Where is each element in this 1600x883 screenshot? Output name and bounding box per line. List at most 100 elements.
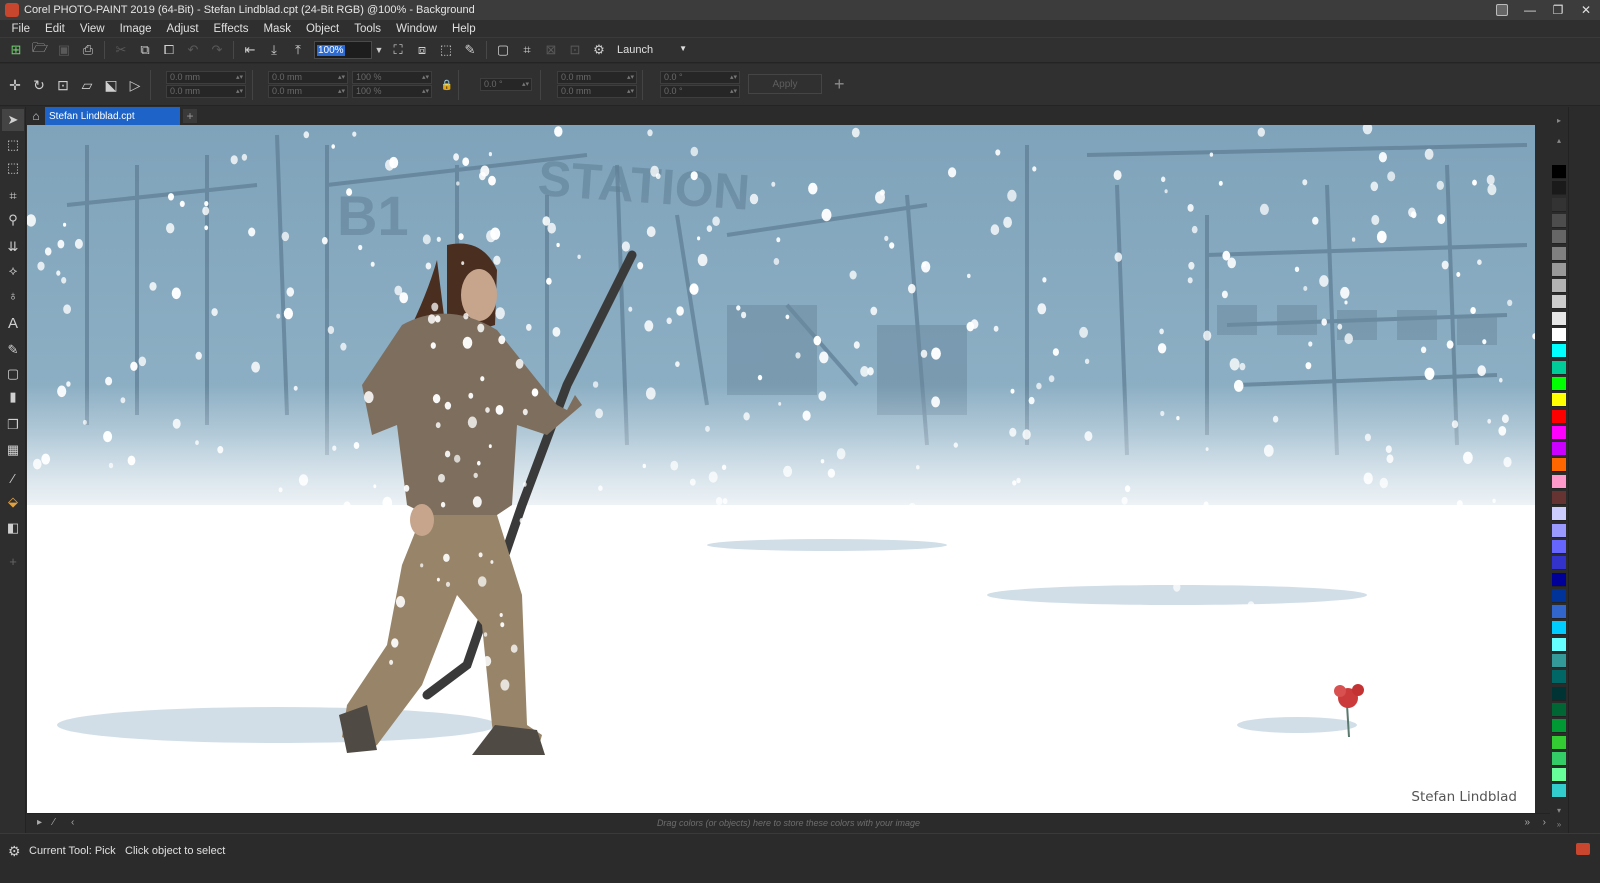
palette-swatch[interactable] bbox=[1552, 768, 1566, 783]
palette-swatch[interactable] bbox=[1552, 507, 1566, 522]
clone-tool-icon[interactable]: ⟡ bbox=[2, 260, 24, 282]
palette-swatch[interactable] bbox=[1552, 165, 1566, 179]
lock-ratio-icon[interactable]: 🔒 bbox=[436, 74, 458, 96]
fill-tool-icon[interactable]: ⬙ bbox=[2, 491, 24, 513]
menu-object[interactable]: Object bbox=[298, 23, 346, 35]
add-tool-icon[interactable]: + bbox=[2, 550, 24, 572]
new-tab-plus-icon[interactable]: + bbox=[183, 109, 197, 123]
canvas[interactable]: B1 STATION Stefan Lindblad bbox=[27, 125, 1535, 813]
copy-icon[interactable]: ⧉ bbox=[134, 39, 156, 61]
tray-scroll-right-icon[interactable]: » bbox=[1524, 817, 1530, 828]
text-tool-icon[interactable]: A bbox=[2, 312, 24, 334]
undo-icon[interactable]: ↶ bbox=[182, 39, 204, 61]
palette-swatch[interactable] bbox=[1552, 686, 1566, 701]
perspective-mode-icon[interactable]: ▷ bbox=[124, 74, 146, 96]
palette-scroll-down-icon[interactable]: ▾ bbox=[1550, 803, 1568, 817]
palette-swatch[interactable] bbox=[1552, 262, 1566, 277]
size-height-field[interactable]: 0.0 mm bbox=[268, 85, 348, 98]
palette-swatch[interactable] bbox=[1552, 409, 1566, 424]
menu-adjust[interactable]: Adjust bbox=[159, 23, 206, 35]
position-mode-icon[interactable]: ✛ bbox=[4, 74, 26, 96]
palette-swatch[interactable] bbox=[1552, 572, 1566, 587]
skew-mode-icon[interactable]: ▱ bbox=[76, 74, 98, 96]
palette-swatch[interactable] bbox=[1552, 458, 1566, 473]
crop-frame-icon[interactable]: ▢ bbox=[492, 39, 514, 61]
launch-dropdown[interactable]: Launch ▼ bbox=[617, 44, 687, 56]
palette-expand-arrow-icon[interactable]: ▸ bbox=[1550, 113, 1568, 127]
mask-marquee-icon[interactable]: ⬚ bbox=[435, 39, 457, 61]
center-x-field[interactable]: 0.0 mm bbox=[557, 71, 637, 84]
palette-swatch[interactable] bbox=[1552, 213, 1566, 228]
palette-swatch[interactable] bbox=[1552, 230, 1566, 245]
maximize-button[interactable]: ❐ bbox=[1544, 0, 1572, 20]
home-icon[interactable]: ⌂ bbox=[27, 107, 45, 125]
save-icon[interactable]: ▣ bbox=[53, 39, 75, 61]
menu-help[interactable]: Help bbox=[444, 23, 483, 35]
palette-swatch[interactable] bbox=[1552, 279, 1566, 294]
palette-swatch[interactable] bbox=[1552, 376, 1566, 391]
palette-more-icon[interactable]: » bbox=[1550, 817, 1568, 831]
mask-transform-tool-icon[interactable]: ⬚ bbox=[2, 157, 24, 179]
palette-swatch[interactable] bbox=[1552, 702, 1566, 717]
eraser-tool-icon[interactable]: ▮ bbox=[2, 386, 24, 408]
color-swatches-icon[interactable]: ◧ bbox=[2, 517, 24, 539]
rectangle-mask-tool-icon[interactable]: ⬚ bbox=[2, 134, 24, 156]
add-plus-icon[interactable]: + bbox=[834, 74, 845, 95]
palette-swatch[interactable] bbox=[1552, 328, 1566, 342]
pick-tool-icon[interactable]: ➤ bbox=[2, 109, 24, 131]
open-folder-icon[interactable]: 🗁 bbox=[29, 39, 51, 61]
palette-swatch[interactable] bbox=[1552, 751, 1566, 766]
rotate-mode-icon[interactable]: ↻ bbox=[28, 74, 50, 96]
menu-effects[interactable]: Effects bbox=[206, 23, 256, 35]
image-size-icon[interactable]: ⇤ bbox=[239, 39, 261, 61]
transform-icon[interactable]: ⌗ bbox=[516, 39, 538, 61]
position-y-field[interactable]: 0.0 mm bbox=[166, 85, 246, 98]
document-tab[interactable]: Stefan Lindblad.cpt bbox=[45, 107, 180, 125]
palette-swatch[interactable] bbox=[1552, 295, 1566, 310]
palette-swatch[interactable] bbox=[1552, 442, 1566, 457]
new-document-icon[interactable]: ⊞ bbox=[5, 39, 27, 61]
help-mini-icon[interactable] bbox=[1488, 0, 1516, 20]
merge-icon[interactable]: ⊡ bbox=[564, 39, 586, 61]
vertical-scrollbar[interactable] bbox=[1535, 125, 1550, 813]
options-gear-icon[interactable]: ⚙ bbox=[588, 39, 610, 61]
palette-swatch[interactable] bbox=[1552, 719, 1566, 734]
combine-icon[interactable]: ⊠ bbox=[540, 39, 562, 61]
zoom-tool-icon[interactable]: ⚲ bbox=[2, 209, 24, 231]
status-color-icon[interactable] bbox=[1576, 843, 1590, 855]
zoom-dropdown-chevron-icon[interactable]: ▼ bbox=[372, 41, 386, 59]
palette-swatch[interactable] bbox=[1552, 425, 1566, 440]
crop-tool-icon[interactable]: ⌗ bbox=[2, 185, 24, 207]
print-icon[interactable]: ⎙ bbox=[77, 39, 99, 61]
palette-swatch[interactable] bbox=[1552, 393, 1566, 408]
skew-x-field[interactable]: 0.0 ° bbox=[660, 71, 740, 84]
palette-swatch[interactable] bbox=[1552, 523, 1566, 538]
center-y-field[interactable]: 0.0 mm bbox=[557, 85, 637, 98]
brush-mask-icon[interactable]: ✎ bbox=[459, 39, 481, 61]
palette-swatch[interactable] bbox=[1552, 539, 1566, 554]
palette-swatch[interactable] bbox=[1552, 670, 1566, 685]
zoom-to-fit-icon[interactable]: ⛶ bbox=[387, 39, 409, 61]
scale-mode-icon[interactable]: ⊡ bbox=[52, 74, 74, 96]
menu-window[interactable]: Window bbox=[389, 23, 445, 35]
palette-swatch[interactable] bbox=[1552, 605, 1566, 620]
palette-swatch[interactable] bbox=[1552, 654, 1566, 668]
palette-swatch[interactable] bbox=[1552, 784, 1566, 799]
palette-swatch[interactable] bbox=[1552, 197, 1566, 212]
palette-swatch[interactable] bbox=[1552, 181, 1566, 196]
menu-file[interactable]: File bbox=[4, 23, 38, 35]
menu-image[interactable]: Image bbox=[112, 23, 159, 35]
status-gear-icon[interactable]: ⚙ bbox=[8, 843, 21, 860]
palette-swatch[interactable] bbox=[1552, 621, 1566, 636]
zoom-level-input[interactable]: 100% bbox=[314, 41, 372, 59]
menu-view[interactable]: View bbox=[72, 23, 112, 35]
palette-swatch[interactable] bbox=[1552, 311, 1566, 326]
palette-swatch[interactable] bbox=[1552, 474, 1566, 489]
eyedropper-effect-tool-icon[interactable]: ⇊ bbox=[2, 236, 24, 258]
palette-scroll-up-icon[interactable]: ▴ bbox=[1550, 133, 1568, 147]
import-icon[interactable]: ⤓ bbox=[263, 39, 285, 61]
close-button[interactable]: ✕ bbox=[1572, 0, 1600, 20]
minimize-button[interactable]: — bbox=[1516, 0, 1544, 20]
liquid-tool-icon[interactable]: ♁ bbox=[2, 284, 24, 306]
palette-swatch[interactable] bbox=[1552, 360, 1566, 375]
